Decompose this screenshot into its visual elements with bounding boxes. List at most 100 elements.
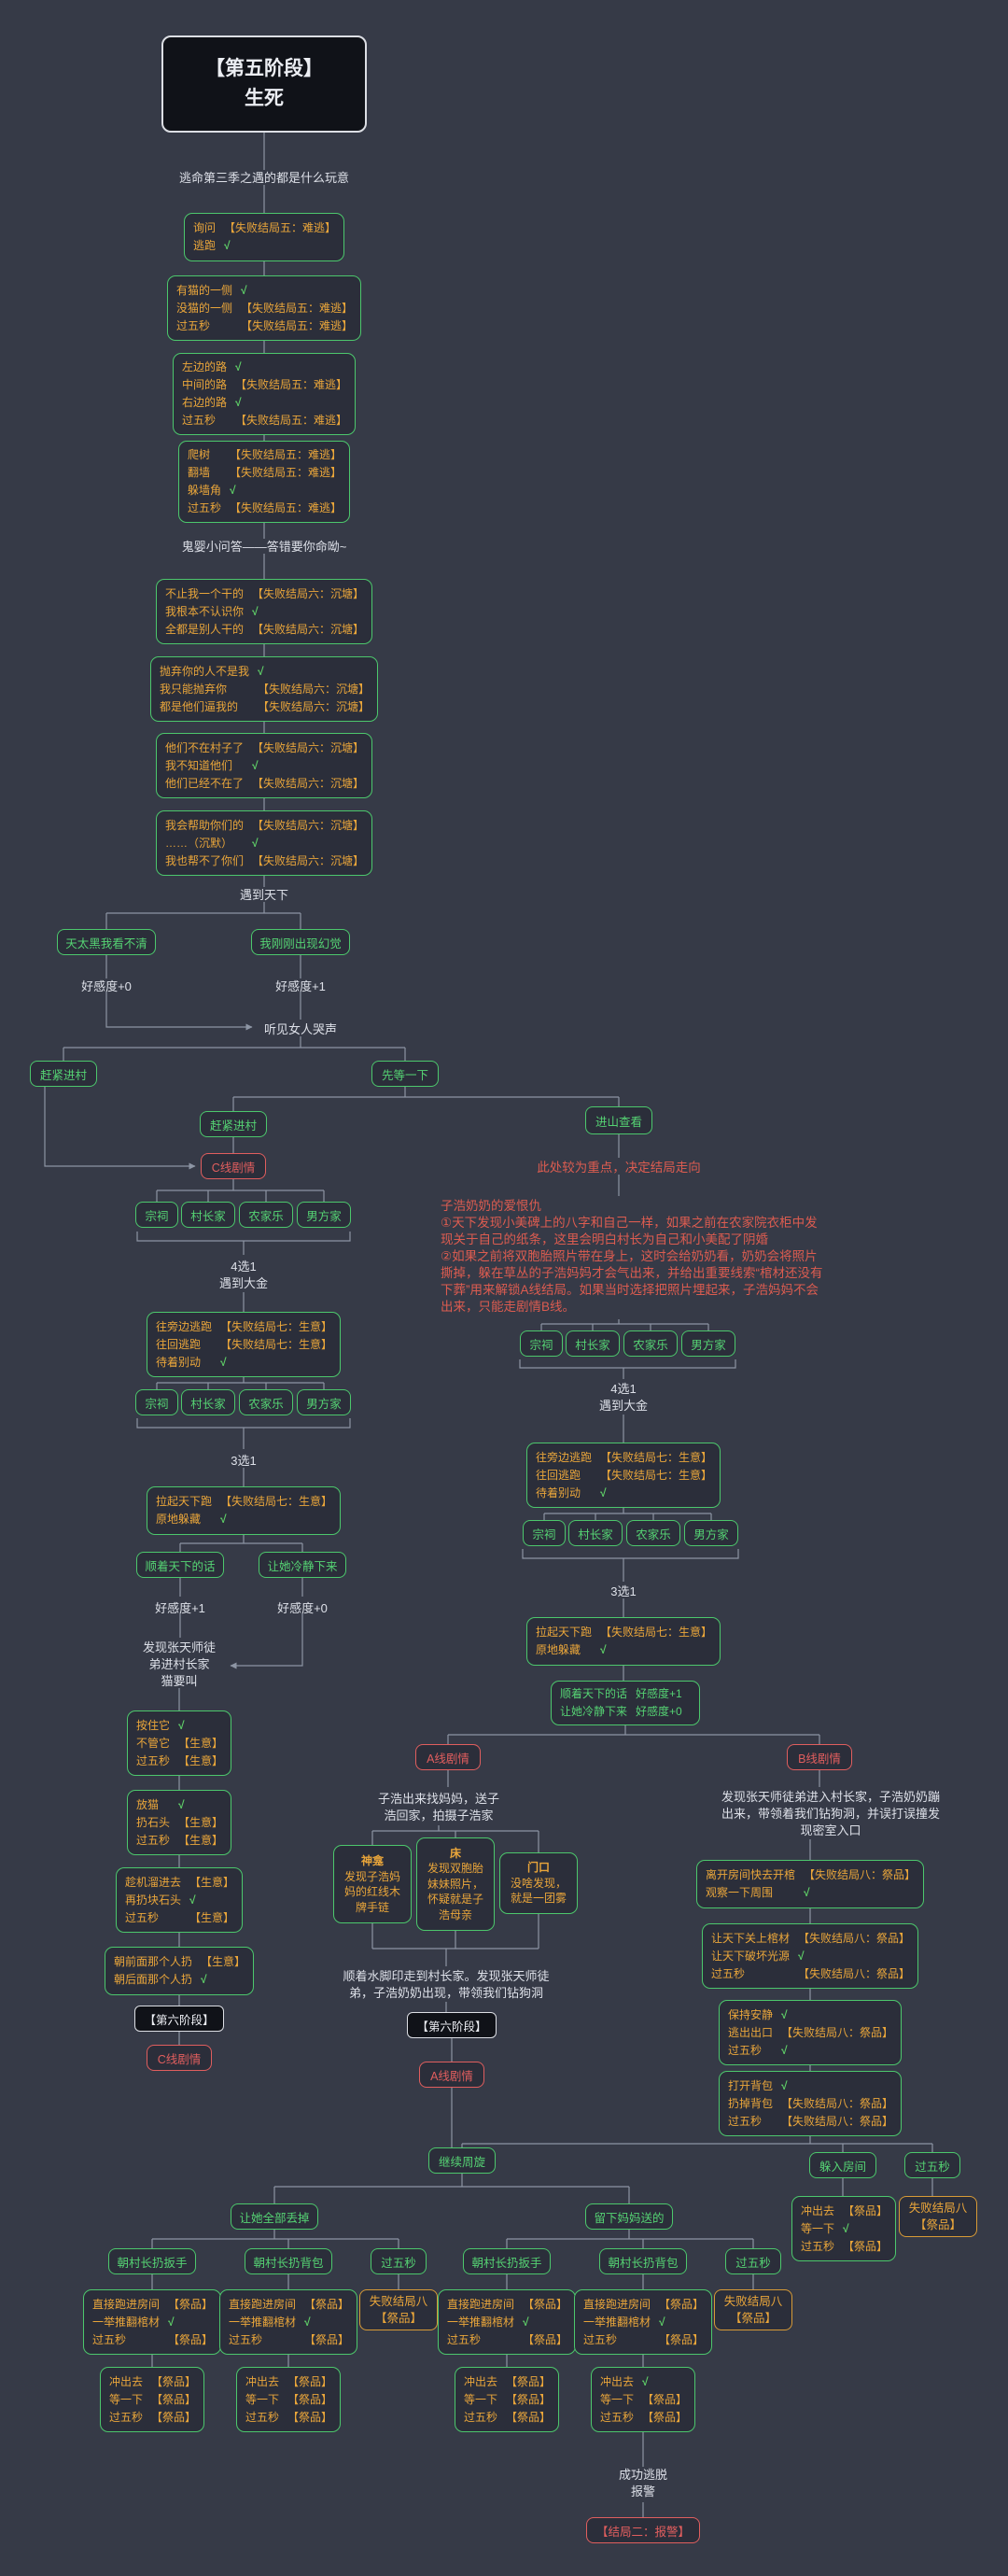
opt-coffin-leave[interactable]: 离开房间快去开棺 【失败结局八：祭品】 观察一下周围 √ (696, 1860, 924, 1908)
opt-coffin-flip-1[interactable]: 直接跑进房间 【祭品】 一举推翻棺材 √ 过五秒 【祭品】 (83, 2289, 221, 2355)
favor-1-b[interactable]: 好感度+1 (155, 1600, 205, 1617)
opt-three-roads[interactable]: 左边的路 √ 中间的路 【失败结局五：难逃】 右边的路 √ 过五秒 【失败结局五：难逃】 (173, 353, 356, 435)
opt-coffin-flip-3[interactable]: 直接跑进房间 【祭品】 一举推翻棺材 √ 过五秒 【祭品】 (438, 2289, 576, 2355)
pick4-dajin-1[interactable]: 4选1 遇到大金 (219, 1259, 268, 1292)
choice-throw-bag-1[interactable]: 朝村长扔背包 (245, 2248, 332, 2274)
stage5-title[interactable]: 【第五阶段】 生死 (161, 35, 367, 133)
footprint-text[interactable]: 顺着水脚印走到村长家。发现张天师徒 弟，子浩奶奶出现，带领我们钻狗洞 (343, 1968, 549, 2002)
ending-2[interactable]: 【结局二：报警】 (586, 2517, 700, 2543)
opt-favor-pair[interactable]: 顺着天下的话 好感度+1 让她冷静下来 好感度+0 (551, 1681, 700, 1725)
key-point-note[interactable]: 此处较为重点，决定结局走向 (537, 1160, 701, 1176)
shrine-box[interactable]: 神龛 发现子浩妈 妈的红线木 牌手链 (333, 1845, 412, 1923)
loc-zongci-2[interactable]: 宗祠 (135, 1389, 178, 1415)
opt-quiz-2[interactable]: 抛弃你的人不是我 √ 我只能抛弃你 【失败结局六：沉塘】 都是他们逼我的 【失败结局六：沉… (150, 656, 378, 722)
opt-throw-person[interactable]: 朝前面那个人扔 【生意】 朝后面那个人扔 √ (105, 1947, 254, 1995)
choice-wait5-b[interactable]: 过五秒 (904, 2152, 960, 2178)
favor-1-a[interactable]: 好感度+1 (275, 978, 326, 995)
loc-nongjiale-2[interactable]: 农家乐 (239, 1389, 293, 1415)
escape-text[interactable]: 成功逃脱 报警 (619, 2467, 667, 2500)
loc-cunzhang-2[interactable]: 村长家 (181, 1389, 235, 1415)
opt-coffin-flip-4[interactable]: 直接跑进房间 【祭品】 一举推翻棺材 √ 过五秒 【祭品】 (574, 2289, 712, 2355)
opt-cat-press[interactable]: 按住它 √ 不管它 【生意】 过五秒 【生意】 (127, 1710, 231, 1776)
opt-quiet[interactable]: 保持安静 √ 逃出出口 【失败结局八：祭品】 过五秒 √ (719, 2000, 902, 2065)
choice-wait5-d[interactable]: 过五秒 (725, 2248, 781, 2274)
c-line-1[interactable]: C线剧情 (201, 1153, 266, 1179)
loc-nanfang-3[interactable]: 男方家 (681, 1330, 735, 1357)
loc-nanfang-4[interactable]: 男方家 (684, 1520, 738, 1546)
intro-text[interactable]: 逃命第三季之遇的都是什么玩意 (179, 170, 349, 187)
choice-drop-all[interactable]: 让她全部丢掉 (231, 2203, 318, 2230)
choice-too-dark[interactable]: 天太黑我看不清 (57, 929, 156, 955)
bed-box[interactable]: 床发现双胞胎 妹妹照片， 怀疑就是子 浩母亲 (416, 1837, 495, 1931)
opt-quiz-4[interactable]: 我会帮助你们的 【失败结局六：沉塘】 ……（沉默） √ 我也帮不了你们 【失败结局六：沉塘… (156, 810, 372, 876)
fail8-box-3[interactable]: 失败结局八 【祭品】 (714, 2289, 792, 2330)
a-line-1[interactable]: A线剧情 (415, 1744, 481, 1770)
option-label: 逃出出口 (728, 2025, 774, 2039)
choice-throw-bag-2[interactable]: 朝村长扔背包 (599, 2248, 687, 2274)
favor-0-a[interactable]: 好感度+0 (81, 978, 132, 995)
grandma-note[interactable]: 子浩奶奶的爱恨仇 ①天下发现小美碑上的八字和自己一样，如果之前在农家院衣柜中发 现关… (441, 1198, 823, 1316)
continue-deal[interactable]: 继续周旋 (428, 2147, 496, 2174)
fail8-box-1[interactable]: 失败结局八 【祭品】 (899, 2196, 977, 2237)
choice-follow-words[interactable]: 顺着天下的话 (136, 1552, 224, 1578)
opt-dajin-1[interactable]: 往旁边逃跑 【失败结局七：生意】 往回逃跑 【失败结局七：生意】 待着别动 √ (147, 1312, 341, 1377)
loc-nongjiale-1[interactable]: 农家乐 (239, 1202, 293, 1228)
opt-dajin-2[interactable]: 往旁边逃跑 【失败结局七：生意】 往回逃跑 【失败结局七：生意】 待着别动 √ (526, 1443, 721, 1508)
opt-rush-or-wait[interactable]: 冲出去 【祭品】 等一下 √ 过五秒 【祭品】 (791, 2196, 896, 2261)
opt-coffin-flip-2[interactable]: 直接跑进房间 【祭品】 一举推翻棺材 √ 过五秒 【祭品】 (219, 2289, 357, 2355)
b-line-1[interactable]: B线剧情 (787, 1744, 852, 1770)
a-line-2[interactable]: A线剧情 (419, 2062, 484, 2088)
choice-throw-wrench-1[interactable]: 朝村长扔扳手 (108, 2248, 196, 2274)
door-box[interactable]: 门口 没啥发现， 就是一团雾 (499, 1852, 578, 1914)
opt-final-2[interactable]: 冲出去 【祭品】 等一下 【祭品】 过五秒 【祭品】 (236, 2367, 341, 2432)
choice-enter-village-1[interactable]: 赶紧进村 (30, 1061, 97, 1087)
c-line-2[interactable]: C线剧情 (147, 2045, 212, 2071)
opt-backpack[interactable]: 打开背包 √ 扔掉背包 【失败结局八：祭品】 过五秒 【失败结局八：祭品】 (719, 2071, 902, 2136)
stage6-mid[interactable]: 【第六阶段】 (407, 2012, 497, 2038)
woman-cry-text[interactable]: 听见女人哭声 (264, 1021, 337, 1038)
opt-ask-run[interactable]: 询问 【失败结局五：难逃】 逃跑 √ (184, 213, 344, 261)
choice-enter-mountain[interactable]: 进山查看 (585, 1106, 652, 1134)
b-line-text[interactable]: 发现张天师徒弟进入村长家，子浩奶奶蹦 出来，带领着我们钻狗洞，并误打误撞发 现密室入… (721, 1789, 940, 1839)
loc-cunzhang-4[interactable]: 村长家 (568, 1520, 623, 1546)
loc-nongjiale-4[interactable]: 农家乐 (626, 1520, 680, 1546)
choice-hide-room[interactable]: 躲入房间 (809, 2152, 876, 2178)
opt-cat-release[interactable]: 放猫 √ 扔石头 【生意】 过五秒 【生意】 (127, 1790, 231, 1855)
opt-cat-side[interactable]: 有猫的一侧 √ 没猫的一侧 【失败结局五：难逃】 过五秒 【失败结局五：难逃】 (167, 275, 361, 341)
loc-zongci-1[interactable]: 宗祠 (135, 1202, 178, 1228)
loc-nongjiale-3[interactable]: 农家乐 (623, 1330, 678, 1357)
loc-zongci-3[interactable]: 宗祠 (520, 1330, 563, 1357)
loc-nanfang-2[interactable]: 男方家 (297, 1389, 351, 1415)
zihao-text[interactable]: 子浩出来找妈妈，送子 浩回家，拍摄子浩家 (378, 1791, 499, 1824)
favor-0-b[interactable]: 好感度+0 (277, 1600, 328, 1617)
fail8-box-2[interactable]: 失败结局八 【祭品】 (359, 2289, 438, 2330)
choice-calm-her[interactable]: 让她冷静下来 (259, 1552, 346, 1578)
opt-quiz-1[interactable]: 不止我一个干的 【失败结局六：沉塘】 我根本不认识你 √ 全都是别人干的 【失败结局六：沉… (156, 579, 372, 644)
choice-wait-first[interactable]: 先等一下 (371, 1061, 439, 1087)
choice-hallucination[interactable]: 我刚刚出现幻觉 (251, 929, 350, 955)
opt-quiz-3[interactable]: 他们不在村子了 【失败结局六：沉塘】 我不知道他们 √ 他们已经不在了 【失败结局六：沉塘… (156, 733, 372, 798)
loc-cunzhang-1[interactable]: 村长家 (181, 1202, 235, 1228)
pick4-dajin-2[interactable]: 4选1 遇到大金 (599, 1381, 648, 1415)
opt-light[interactable]: 让天下关上棺材 【失败结局八：祭品】 让天下破坏光源 √ 过五秒 【失败结局八：祭品】 (702, 1923, 918, 1989)
pick3-1[interactable]: 3选1 (231, 1453, 256, 1470)
choice-throw-wrench-2[interactable]: 朝村长扔扳手 (463, 2248, 551, 2274)
opt-final-1[interactable]: 冲出去 【祭品】 等一下 【祭品】 过五秒 【祭品】 (100, 2367, 204, 2432)
loc-nanfang-1[interactable]: 男方家 (297, 1202, 351, 1228)
opt-final-4[interactable]: 冲出去 √ 等一下 【祭品】 过五秒 【祭品】 (591, 2367, 695, 2432)
cat-howl-text[interactable]: 发现张天师徒 弟进村长家 猫要叫 (143, 1640, 216, 1690)
opt-final-3[interactable]: 冲出去 【祭品】 等一下 【祭品】 过五秒 【祭品】 (455, 2367, 559, 2432)
opt-hide-corner[interactable]: 爬树 【失败结局五：难逃】 翻墙 【失败结局五：难逃】 躲墙角 √ 过五秒 【失败结局五：难逃… (178, 441, 350, 523)
opt-pull-run-1[interactable]: 拉起天下跑 【失败结局七：生意】 原地躲藏 √ (147, 1486, 341, 1535)
opt-pull-run-2[interactable]: 拉起天下跑 【失败结局七：生意】 原地躲藏 √ (526, 1617, 721, 1666)
loc-cunzhang-3[interactable]: 村长家 (566, 1330, 620, 1357)
ghost-quiz-text[interactable]: 鬼婴小问答——答错要你命呦~ (182, 539, 347, 556)
meet-tianxia-text[interactable]: 遇到天下 (240, 887, 288, 904)
choice-enter-village-2[interactable]: 赶紧进村 (200, 1111, 267, 1137)
loc-zongci-4[interactable]: 宗祠 (523, 1520, 566, 1546)
choice-wait5-c[interactable]: 过五秒 (371, 2248, 427, 2274)
stage6-left[interactable]: 【第六阶段】 (134, 2006, 224, 2032)
choice-keep-gift[interactable]: 留下妈妈送的 (585, 2203, 673, 2230)
opt-throw-stone[interactable]: 趁机溜进去 【生意】 再扔块石头 √ 过五秒 【生意】 (116, 1867, 243, 1933)
pick3-2[interactable]: 3选1 (610, 1584, 636, 1600)
